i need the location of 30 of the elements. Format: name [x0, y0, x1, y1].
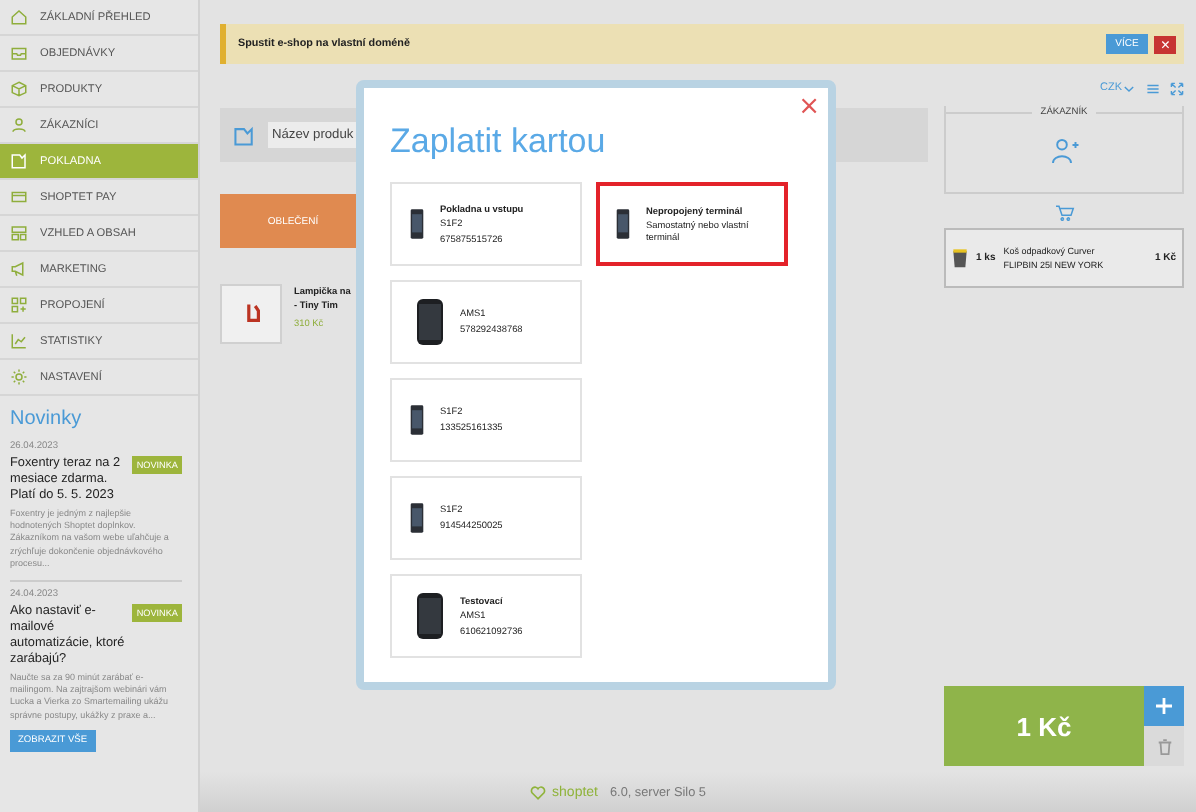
add-person-icon[interactable]: [1049, 136, 1079, 166]
bin-photo-placeholder: [952, 244, 968, 272]
home-icon: [10, 8, 28, 26]
heart-logo-icon: [530, 785, 547, 799]
layout-icon: [10, 224, 28, 242]
add-button[interactable]: [1144, 686, 1184, 726]
chart-icon: [10, 332, 28, 350]
megaphone-icon: [10, 260, 28, 278]
chevron-down-icon: [1122, 81, 1136, 95]
close-button[interactable]: ×: [798, 96, 820, 120]
fullscreen-icon[interactable]: [1170, 81, 1184, 95]
trash-button[interactable]: [1144, 726, 1184, 766]
grid-icon: [10, 296, 28, 314]
person-icon: [10, 116, 28, 134]
register-icon: [232, 123, 256, 147]
card-icon: [10, 188, 28, 206]
phone-icon: [416, 590, 444, 642]
register-icon: [10, 152, 28, 170]
box-icon: [10, 80, 28, 98]
dialog-title: Zaplatit kartou: [390, 122, 608, 162]
inbox-icon: [10, 44, 28, 62]
product-thumbnail[interactable]: [220, 284, 282, 344]
phone-icon: [416, 296, 444, 348]
close-button[interactable]: ×: [1154, 35, 1176, 53]
menu-icon[interactable]: [1146, 81, 1160, 95]
news-heading: Novinky: [10, 408, 84, 430]
trash-icon: [1155, 737, 1173, 755]
cart-icon: [1053, 204, 1075, 222]
gear-icon: [10, 368, 28, 386]
plus-icon: [1154, 696, 1174, 716]
